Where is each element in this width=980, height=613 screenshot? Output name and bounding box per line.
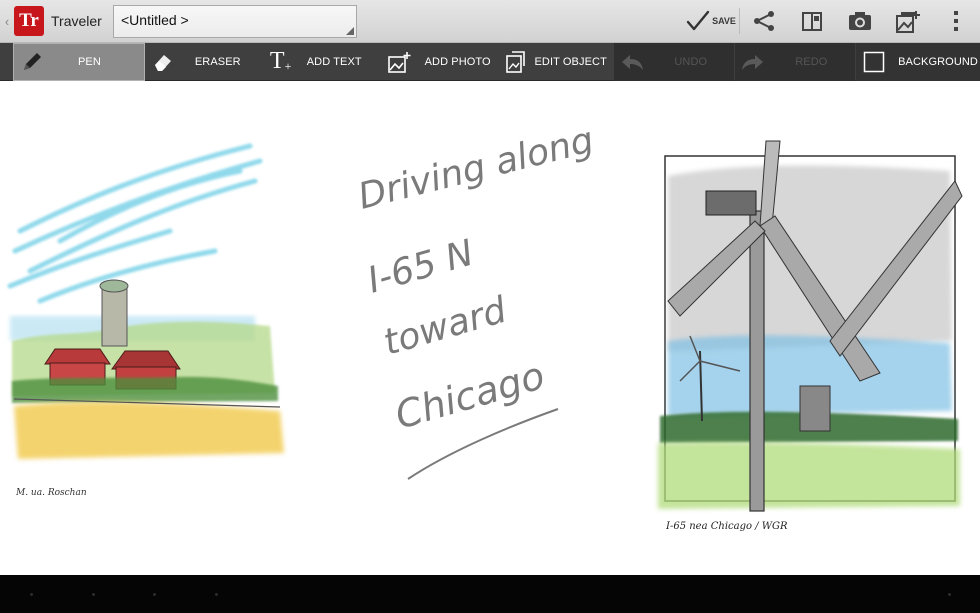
add-image-icon <box>896 11 920 33</box>
system-navigation-bar <box>0 575 980 613</box>
drawing-app: ‹ Tr Traveler <Untitled > SAVE PEN ERASE… <box>0 0 980 613</box>
eraser-icon <box>145 50 181 74</box>
app-title: Traveler <box>51 13 102 29</box>
background-tool[interactable]: BACKGROUND <box>856 42 980 81</box>
add-photo-label: ADD PHOTO <box>424 55 491 68</box>
nav-dot <box>153 593 156 596</box>
left-signature: M. ua. Roschan <box>15 488 87 498</box>
nav-dot <box>948 593 951 596</box>
drawing-canvas[interactable]: M. ua. Roschan Driving along I-65 N towa… <box>0 81 980 575</box>
notebook-title-field[interactable]: <Untitled > <box>113 4 357 38</box>
nav-dot <box>215 593 218 596</box>
add-text-label: ADD TEXT <box>306 55 362 68</box>
note-line-3: toward <box>379 289 512 363</box>
overflow-menu-button[interactable] <box>932 0 980 43</box>
notebook-title-text: <Untitled > <box>121 11 189 28</box>
note-line-4: Chicago <box>390 353 549 437</box>
pen-icon <box>14 50 50 74</box>
redo-label: REDO <box>795 55 828 68</box>
eraser-tool[interactable]: ERASER <box>145 43 263 81</box>
add-image-button[interactable] <box>884 0 932 43</box>
share-icon <box>754 11 774 31</box>
farm-sketch[interactable]: M. ua. Roschan <box>7 143 284 498</box>
note-line-2: I-65 N <box>363 233 478 302</box>
pen-tool[interactable]: PEN <box>13 42 145 81</box>
up-navigation-icon[interactable]: ‹ <box>2 14 12 29</box>
wind-turbine-sketch[interactable]: I-65 nea Chicago / WGR <box>658 140 963 532</box>
camera-icon <box>849 12 871 30</box>
action-bar: ‹ Tr Traveler <Untitled > SAVE <box>0 0 980 43</box>
edit-object-label: EDIT OBJECT <box>534 55 607 68</box>
add-photo-tool[interactable]: ADD PHOTO <box>381 43 499 81</box>
handwritten-note[interactable]: Driving along I-65 N toward Chicago <box>354 120 598 480</box>
background-label: BACKGROUND <box>898 55 978 68</box>
edit-object-icon <box>498 50 534 74</box>
undo-icon <box>614 52 650 72</box>
undo-button[interactable]: UNDO <box>614 42 735 81</box>
camera-button[interactable] <box>836 0 884 43</box>
save-label: SAVE <box>712 16 736 26</box>
spinner-corner-icon <box>346 26 354 35</box>
eraser-label: ERASER <box>194 55 241 68</box>
redo-button[interactable]: REDO <box>735 42 856 81</box>
save-button[interactable]: SAVE <box>683 0 739 43</box>
redo-icon <box>735 52 771 72</box>
add-text-tool[interactable]: T + ADD TEXT <box>263 43 381 81</box>
add-text-icon: T + <box>269 48 292 74</box>
nav-dot <box>92 593 95 596</box>
note-line-1: Driving along <box>354 120 597 218</box>
undo-label: UNDO <box>674 55 708 68</box>
nav-dot <box>30 593 33 596</box>
pen-label: PEN <box>78 55 101 68</box>
overflow-menu-icon <box>954 11 958 31</box>
checkmark-icon <box>686 10 710 31</box>
app-logo[interactable]: Tr <box>14 6 44 36</box>
edit-object-tool[interactable]: EDIT OBJECT <box>498 43 614 81</box>
page-layout-button[interactable] <box>788 0 836 43</box>
add-photo-icon <box>381 50 417 74</box>
share-button[interactable] <box>740 0 788 43</box>
background-icon <box>856 50 892 74</box>
tool-bar: PEN ERASER T + ADD TEXT ADD PHOTO EDIT OB… <box>0 42 980 81</box>
right-signature: I-65 nea Chicago / WGR <box>665 521 788 532</box>
page-layout-icon <box>802 12 822 31</box>
